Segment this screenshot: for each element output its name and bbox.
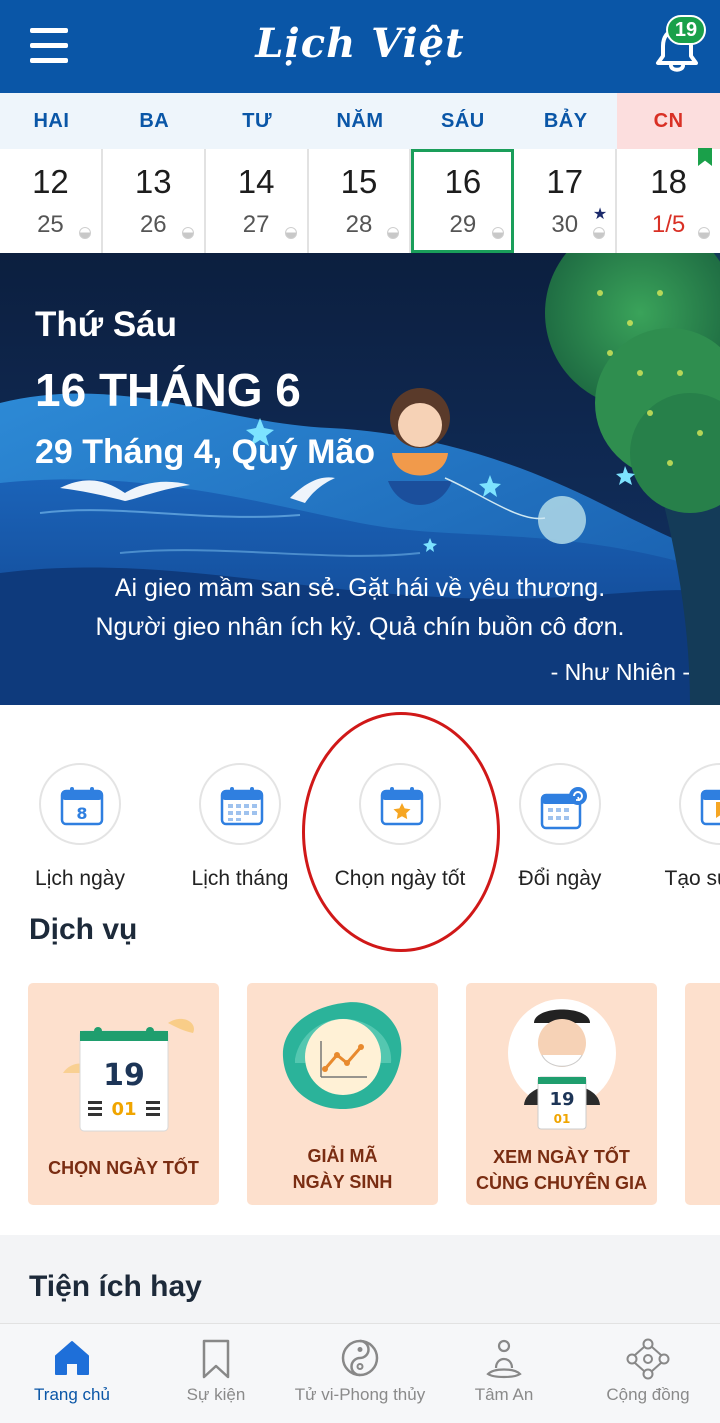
solar-day: 13 — [134, 163, 172, 200]
nav-label: Sự kiện — [186, 1385, 246, 1404]
date-cell[interactable]: 14 27 — [205, 149, 309, 253]
weekday-label: BẢY — [543, 110, 588, 132]
quick-action-label: Tạo sự kiện — [664, 867, 720, 890]
nav-community[interactable]: Cộng đồng — [576, 1324, 720, 1423]
service-label: CÙNG CHUYÊN GIA — [475, 1173, 647, 1193]
service-card-expert-good-day[interactable]: 19 01 XEM NGÀY TỐT CÙNG CHUYÊN GIA — [466, 983, 657, 1205]
nav-home[interactable]: Trang chủ — [0, 1324, 144, 1423]
weekday-label: BA — [139, 110, 170, 132]
services-carousel: 19 01 CHỌN NGÀY TỐT GIẢI MÃ NGÀY SINH 19… — [0, 983, 720, 1205]
weekday-label: NĂM — [336, 110, 384, 132]
hero-lunar-date: 29 Tháng 4, Quý Mão — [35, 433, 376, 471]
moon-phase-icon — [698, 227, 711, 239]
quick-action-label: Lịch tháng — [191, 867, 289, 890]
moon-phase-icon — [181, 227, 194, 239]
expert-illustration: 19 01 — [508, 999, 616, 1130]
yin-yang-icon — [341, 1339, 379, 1377]
service-card-partial[interactable] — [685, 983, 720, 1205]
solar-day: 16 — [444, 163, 482, 200]
hero-quote-line: Ai gieo mầm san sẻ. Gặt hái về yêu thươn… — [114, 574, 606, 602]
nav-label: Trang chủ — [34, 1385, 110, 1404]
solar-day: 12 — [32, 163, 69, 200]
quick-action-label: Đổi ngày — [518, 867, 602, 890]
meditation-icon — [486, 1339, 522, 1379]
service-card-birthday-decode[interactable]: GIẢI MÃ NGÀY SINH — [247, 983, 438, 1205]
weekday-label: HAI — [33, 110, 70, 132]
weekday-header: HAI BA TƯ NĂM SÁU BẢY CN — [0, 93, 720, 149]
app-title: Lịch Việt — [255, 20, 465, 67]
top-app-bar: Lịch Việt 19 — [0, 0, 720, 93]
week-date-strip: 12 25 13 26 14 27 15 28 16 29 17 30 ★ 18… — [0, 148, 720, 253]
art-day: 19 — [549, 1089, 574, 1110]
weekday-label: SÁU — [441, 110, 485, 132]
date-cell[interactable]: 13 26 — [102, 149, 206, 253]
day-calendar-icon: 8 — [39, 763, 121, 845]
hero-quote-author: - Như Nhiên - — [550, 659, 690, 685]
art-month: 01 — [111, 1099, 136, 1120]
bottom-navigation: Trang chủ Sự kiện Tử vi-Phong thủy Tâm A… — [0, 1323, 720, 1423]
solar-day: 18 — [650, 163, 687, 200]
nav-label: Tử vi-Phong thủy — [294, 1385, 426, 1404]
service-card-choose-good-day[interactable]: 19 01 CHỌN NGÀY TỐT — [28, 983, 219, 1205]
date-cell[interactable]: 15 28 — [308, 149, 412, 253]
art-month: 01 — [554, 1112, 571, 1126]
nav-events[interactable]: Sự kiện — [144, 1324, 288, 1423]
moon-phase-icon — [78, 227, 91, 239]
hero-banner[interactable]: Thứ Sáu 16 THÁNG 6 29 Tháng 4, Quý Mão A… — [0, 253, 720, 705]
service-label: XEM NGÀY TỐT — [493, 1147, 630, 1167]
services-title: Dịch vụ — [29, 913, 138, 946]
svg-text:8: 8 — [76, 804, 87, 823]
community-network-icon — [626, 1338, 670, 1380]
quick-action-label: Lịch ngày — [35, 867, 125, 890]
solar-day: 17 — [546, 163, 584, 200]
home-icon — [55, 1341, 89, 1375]
nav-label: Tâm An — [474, 1385, 534, 1404]
hero-solar-date: 16 THÁNG 6 — [35, 364, 301, 416]
nav-horoscope[interactable]: Tử vi-Phong thủy — [288, 1324, 432, 1423]
notification-badge: 19 — [666, 15, 706, 45]
weekday-label-sunday: CN — [617, 93, 720, 149]
service-label: NGÀY SINH — [292, 1172, 393, 1192]
bookmark-calendar-icon — [679, 763, 720, 845]
solar-day: 15 — [340, 163, 378, 200]
nav-label: Cộng đồng — [606, 1385, 690, 1404]
hero-quote-line: Người gieo nhân ích kỷ. Quả chín buồn cô… — [95, 613, 625, 641]
hero-day-of-week: Thứ Sáu — [35, 305, 178, 344]
utilities-title: Tiện ích hay — [29, 1270, 202, 1303]
date-cell[interactable]: 18 1/5 — [617, 148, 720, 253]
moon-phase-icon — [284, 227, 297, 239]
solar-day: 14 — [237, 163, 275, 200]
service-label: CHỌN NGÀY TỐT — [48, 1158, 199, 1178]
date-cell-selected[interactable]: 16 29 — [411, 149, 515, 253]
bookmark-icon — [202, 1339, 230, 1379]
date-cell[interactable]: 17 30 ★ — [514, 149, 618, 253]
quick-action-convert-date[interactable]: Đổi ngày — [480, 763, 640, 891]
highlight-annotation-ring — [302, 712, 500, 952]
quick-action-day-calendar[interactable]: 8 Lịch ngày — [0, 763, 160, 891]
month-calendar-icon — [199, 763, 281, 845]
weekday-label: TƯ — [242, 110, 273, 132]
convert-date-icon — [519, 763, 601, 845]
art-day: 19 — [103, 1058, 145, 1093]
nav-tam-an[interactable]: Tâm An — [432, 1324, 576, 1423]
quick-action-month-calendar[interactable]: Lịch tháng — [160, 763, 320, 891]
chart-illustration — [282, 1002, 402, 1109]
calendar-illustration: 19 01 — [63, 1018, 194, 1132]
star-icon: ★ — [592, 206, 608, 223]
service-label: GIẢI MÃ — [307, 1146, 378, 1166]
quick-action-create-event[interactable]: Tạo sự kiện — [640, 763, 720, 891]
date-cell[interactable]: 12 25 — [0, 149, 103, 253]
